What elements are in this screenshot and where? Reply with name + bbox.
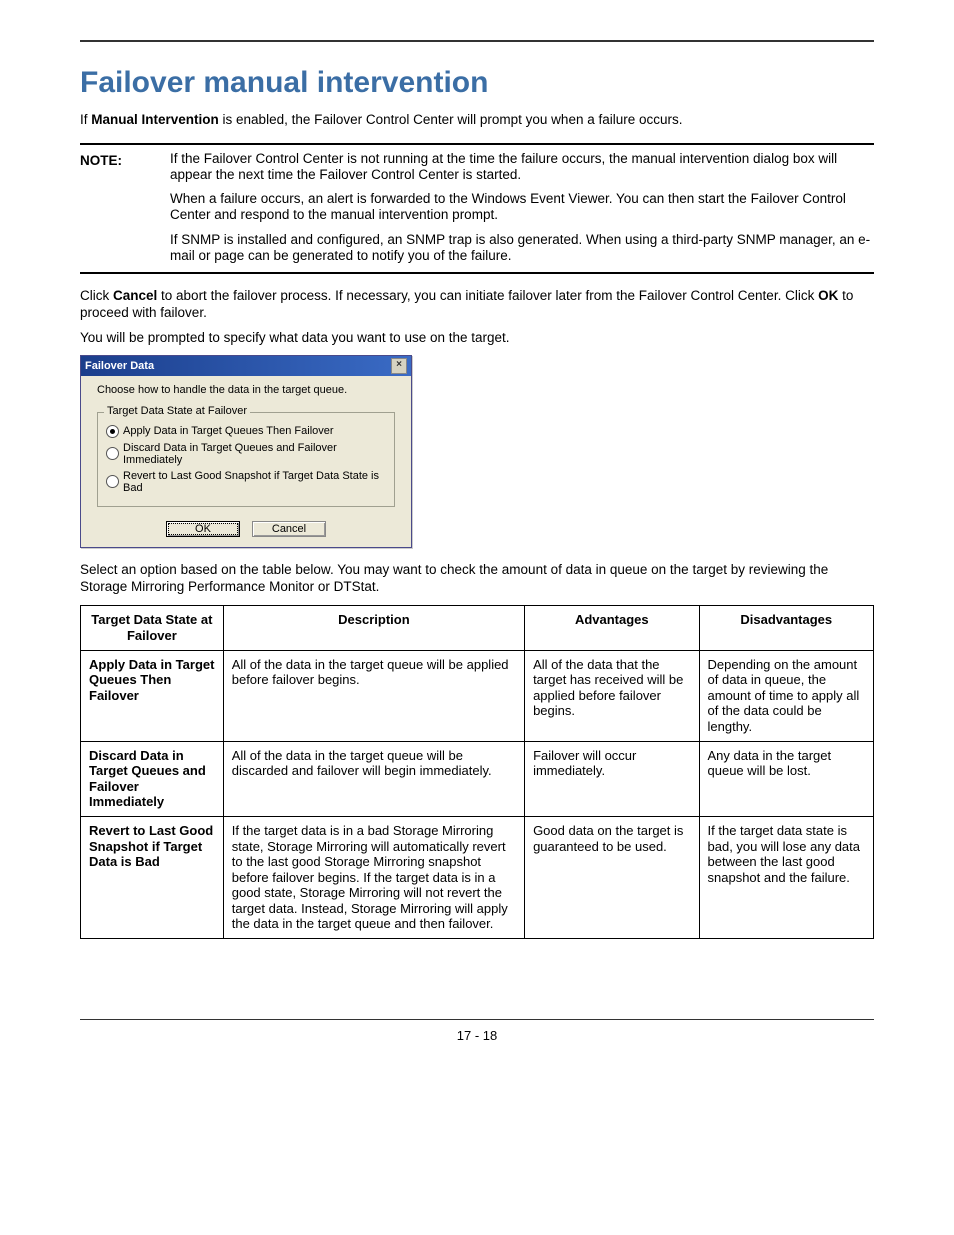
group-legend: Target Data State at Failover: [104, 405, 250, 417]
th-state: Target Data State at Failover: [81, 606, 224, 650]
table-row: Revert to Last Good Snapshot if Target D…: [81, 816, 874, 938]
click-cancel-paragraph: Click Cancel to abort the failover proce…: [80, 288, 874, 322]
radio-icon: [106, 475, 119, 488]
note-content: If the Failover Control Center is not ru…: [170, 151, 874, 266]
failover-data-dialog: Failover Data × Choose how to handle the…: [80, 355, 412, 548]
note-label: NOTE:: [80, 151, 170, 168]
th-disadvantages: Disadvantages: [699, 606, 873, 650]
table-row: Apply Data in Target Queues Then Failove…: [81, 650, 874, 741]
top-rule: [80, 40, 874, 42]
row-adv: All of the data that the target has rece…: [525, 650, 699, 741]
table-header-row: Target Data State at Failover Descriptio…: [81, 606, 874, 650]
intro-pre: If: [80, 112, 91, 127]
radio-icon: [106, 425, 119, 438]
dialog-instruction: Choose how to handle the data in the tar…: [97, 384, 395, 396]
row-dis: If the target data state is bad, you wil…: [699, 816, 873, 938]
prompt-paragraph: You will be prompted to specify what dat…: [80, 330, 874, 347]
row-dis: Depending on the amount of data in queue…: [699, 650, 873, 741]
radio-label: Apply Data in Target Queues Then Failove…: [123, 425, 334, 437]
note-p3: If SNMP is installed and configured, an …: [170, 232, 874, 264]
footer: 17 - 18: [80, 1019, 874, 1043]
row-name: Revert to Last Good Snapshot if Target D…: [81, 816, 224, 938]
intro-post: is enabled, the Failover Control Center …: [219, 112, 683, 127]
radio-label: Revert to Last Good Snapshot if Target D…: [123, 470, 386, 494]
intro-paragraph: If Manual Intervention is enabled, the F…: [80, 112, 874, 129]
intro-bold: Manual Intervention: [91, 112, 219, 127]
p1-mid: to abort the failover process. If necess…: [157, 288, 818, 303]
row-adv: Failover will occur immediately.: [525, 741, 699, 816]
p1-cancel: Cancel: [113, 288, 157, 303]
close-icon[interactable]: ×: [391, 358, 407, 374]
radio-label: Discard Data in Target Queues and Failov…: [123, 442, 386, 466]
cancel-button[interactable]: Cancel: [252, 521, 326, 537]
dialog-title: Failover Data: [85, 360, 154, 372]
th-advantages: Advantages: [525, 606, 699, 650]
p1-pre: Click: [80, 288, 113, 303]
target-data-state-group: Target Data State at Failover Apply Data…: [97, 412, 395, 507]
row-dis: Any data in the target queue will be los…: [699, 741, 873, 816]
note-p2: When a failure occurs, an alert is forwa…: [170, 191, 874, 223]
radio-option-apply[interactable]: Apply Data in Target Queues Then Failove…: [106, 425, 386, 438]
radio-option-discard[interactable]: Discard Data in Target Queues and Failov…: [106, 442, 386, 466]
select-option-paragraph: Select an option based on the table belo…: [80, 562, 874, 596]
row-name: Apply Data in Target Queues Then Failove…: [81, 650, 224, 741]
options-table: Target Data State at Failover Descriptio…: [80, 605, 874, 939]
note-block: NOTE: If the Failover Control Center is …: [80, 143, 874, 274]
page-number: 17 - 18: [457, 1028, 497, 1043]
note-p1: If the Failover Control Center is not ru…: [170, 151, 874, 183]
radio-option-revert[interactable]: Revert to Last Good Snapshot if Target D…: [106, 470, 386, 494]
p1-ok: OK: [818, 288, 838, 303]
row-desc: If the target data is in a bad Storage M…: [223, 816, 524, 938]
row-desc: All of the data in the target queue will…: [223, 741, 524, 816]
row-adv: Good data on the target is guaranteed to…: [525, 816, 699, 938]
ok-button[interactable]: OK: [166, 521, 240, 537]
page-title: Failover manual intervention: [80, 66, 874, 100]
row-desc: All of the data in the target queue will…: [223, 650, 524, 741]
radio-icon: [106, 447, 119, 460]
th-description: Description: [223, 606, 524, 650]
row-name: Discard Data in Target Queues and Failov…: [81, 741, 224, 816]
table-row: Discard Data in Target Queues and Failov…: [81, 741, 874, 816]
dialog-titlebar: Failover Data ×: [81, 356, 411, 376]
